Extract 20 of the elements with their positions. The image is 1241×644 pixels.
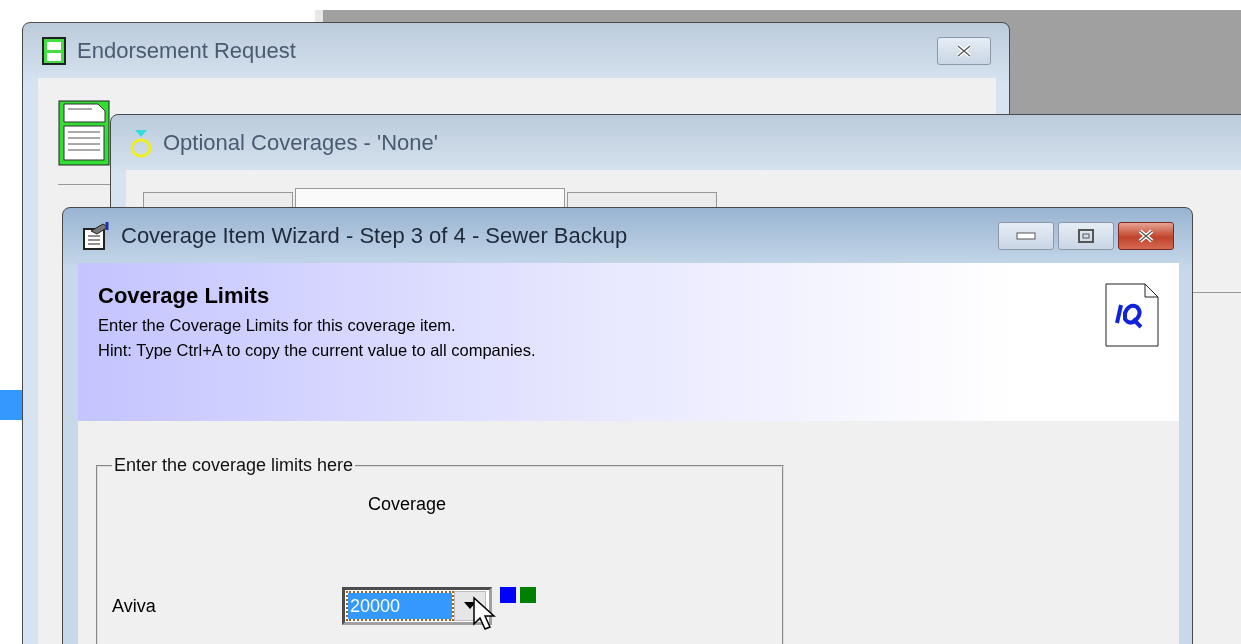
instruction-text: Enter the Coverage Limits for this coverage item. <box>98 315 457 336</box>
minimize-button[interactable] <box>998 221 1054 250</box>
maximize-button[interactable] <box>1058 221 1114 250</box>
clipboard-icon <box>81 220 111 251</box>
column-header: Coverage <box>368 494 447 515</box>
close-button[interactable] <box>1118 221 1174 250</box>
logo-icon <box>1105 283 1159 347</box>
close-icon <box>1136 228 1156 243</box>
close-icon <box>954 43 974 58</box>
pointer-icon <box>472 596 498 632</box>
window-title: Optional Coverages - 'None' <box>163 129 438 156</box>
window-title: Endorsement Request <box>77 37 296 64</box>
minimize-icon <box>1016 231 1036 240</box>
window-title: Coverage Item Wizard - Step 3 of 4 - Sewer Backup <box>121 222 628 249</box>
form-icon <box>41 35 67 66</box>
group-label: Enter the coverage limits here <box>113 455 355 476</box>
page-title: Coverage Limits <box>98 283 271 309</box>
company-label: Aviva <box>112 596 157 617</box>
maximize-icon <box>1078 228 1094 243</box>
instruction-text: Hint: Type Ctrl+A to copy the current value to all companies. <box>98 340 537 361</box>
